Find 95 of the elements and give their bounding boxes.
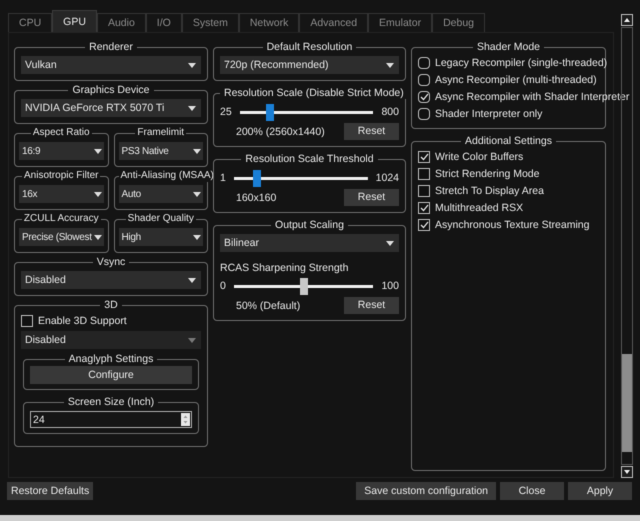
slider-min-label: 0 [220,280,226,292]
value-label: 160x160 [236,192,276,204]
scroll-down-icon[interactable] [621,466,633,478]
checkbox-label: Multithreaded RSX [435,202,524,214]
caret-icon [188,278,196,282]
checkbox-label: Strict Rendering Mode [435,168,540,180]
scroll-up-icon[interactable] [621,14,633,26]
checkbox-label: Async Recompiler (multi-threaded) [435,74,597,86]
scroll-thumb[interactable] [622,354,632,452]
checkbox-label: Write Color Buffers [435,150,524,162]
checkbox-label: Stretch To Display Area [435,184,544,196]
value-label: 200% (2560x1440) [236,126,325,138]
dropdown[interactable]: Vulkan [21,56,201,74]
slider-min-label: 1 [220,172,226,184]
checkbox[interactable] [418,90,430,102]
group-title: Anaglyph Settings [68,353,154,365]
dropdown[interactable]: 16x [19,185,104,203]
tab[interactable]: Network [238,13,300,32]
slider-handle[interactable] [300,278,308,294]
caret-icon [188,62,196,68]
dropdown[interactable]: Auto [118,185,203,203]
tab[interactable]: CPU [8,13,52,32]
checkbox[interactable] [418,108,430,120]
group-title: Framelimit [136,127,186,139]
slider-max-label: 1024 [376,172,399,184]
button[interactable]: Reset [344,123,399,140]
dropdown[interactable]: NVIDIA GeForce RTX 5070 Ti [21,99,201,117]
group-title: Resolution Scale Threshold [244,153,375,165]
checkbox[interactable] [418,150,430,162]
group-title: Shader Quality [126,213,195,225]
button[interactable]: Reset [344,189,399,206]
dropdown[interactable]: 720p (Recommended) [220,56,399,74]
tab[interactable]: Debug [432,13,486,32]
group-title: Aspect Ratio [32,127,91,139]
checkbox-label: Enable 3D Support [38,314,127,326]
group-title: Screen Size (Inch) [66,396,156,408]
caret-icon [193,148,201,154]
group-title: Anti-Aliasing (MSAA) [120,170,215,182]
group-title: 3D [103,299,119,311]
slider-max-label: 800 [381,106,399,118]
group-title: Shader Mode [476,41,542,53]
dropdown[interactable]: High [118,228,203,246]
dropdown[interactable]: Precise (Slowest [19,228,104,246]
group-title: Resolution Scale (Disable Strict Mode) [223,87,405,99]
checkbox-label: Asynchronous Texture Streaming [435,218,590,230]
caret-icon [188,106,196,110]
checkbox[interactable] [418,168,430,180]
checkmark-icon [420,92,428,100]
button[interactable]: Apply [568,482,632,500]
dropdown[interactable]: 16:9 [19,142,104,160]
caret-icon [94,234,102,240]
checkbox[interactable] [418,184,430,196]
checkbox-label: Shader Interpreter only [435,108,542,120]
button[interactable]: Restore Defaults [7,482,94,500]
spin-arrows-icon [181,413,190,426]
tab[interactable]: Emulator [368,13,432,32]
group-title: Anisotropic Filter [23,170,100,182]
checkbox-label: Legacy Recompiler (single-threaded) [435,56,608,68]
caret-icon [386,240,394,246]
slider-min-label: 25 [220,106,232,118]
tab[interactable]: I/O [146,13,182,32]
dropdown[interactable]: PS3 Native [118,142,203,160]
slider-handle[interactable] [252,170,261,186]
group-title: Default Resolution [266,41,354,53]
button[interactable]: Close [500,482,564,500]
checkbox[interactable] [418,202,430,214]
checkmark-icon [420,152,428,160]
caret-icon [94,192,102,196]
tab[interactable]: System [182,13,239,32]
tab[interactable]: GPU [52,10,97,32]
caret-icon [94,148,102,154]
caret-icon [193,192,201,196]
group-title: Graphics Device [71,84,151,96]
caret-icon [188,338,196,342]
button[interactable]: Reset [344,297,399,314]
button[interactable]: Save custom configuration [356,482,496,500]
group-title: ZCULL Accuracy [22,213,100,225]
group-title: Output Scaling [274,219,345,231]
caret-icon [386,62,394,68]
dropdown[interactable]: Bilinear [220,234,399,252]
checkbox[interactable] [418,218,430,230]
checkbox-label: Async Recompiler with Shader Interpreter [435,90,630,102]
group-title: Renderer [88,41,134,53]
group-title: Vsync [96,256,126,268]
slider-label: RCAS Sharpening Strength [220,262,350,274]
checkbox[interactable] [418,56,430,68]
caret-icon [193,234,201,240]
group-title: Additional Settings [464,135,553,147]
dropdown[interactable]: Disabled [21,271,201,289]
value-label: 50% (Default) [236,300,300,312]
slider-handle[interactable] [266,104,274,120]
checkbox[interactable] [418,74,430,86]
slider-max-label: 100 [381,280,399,292]
tab[interactable]: Audio [96,13,146,32]
tab[interactable]: Advanced [299,13,368,32]
